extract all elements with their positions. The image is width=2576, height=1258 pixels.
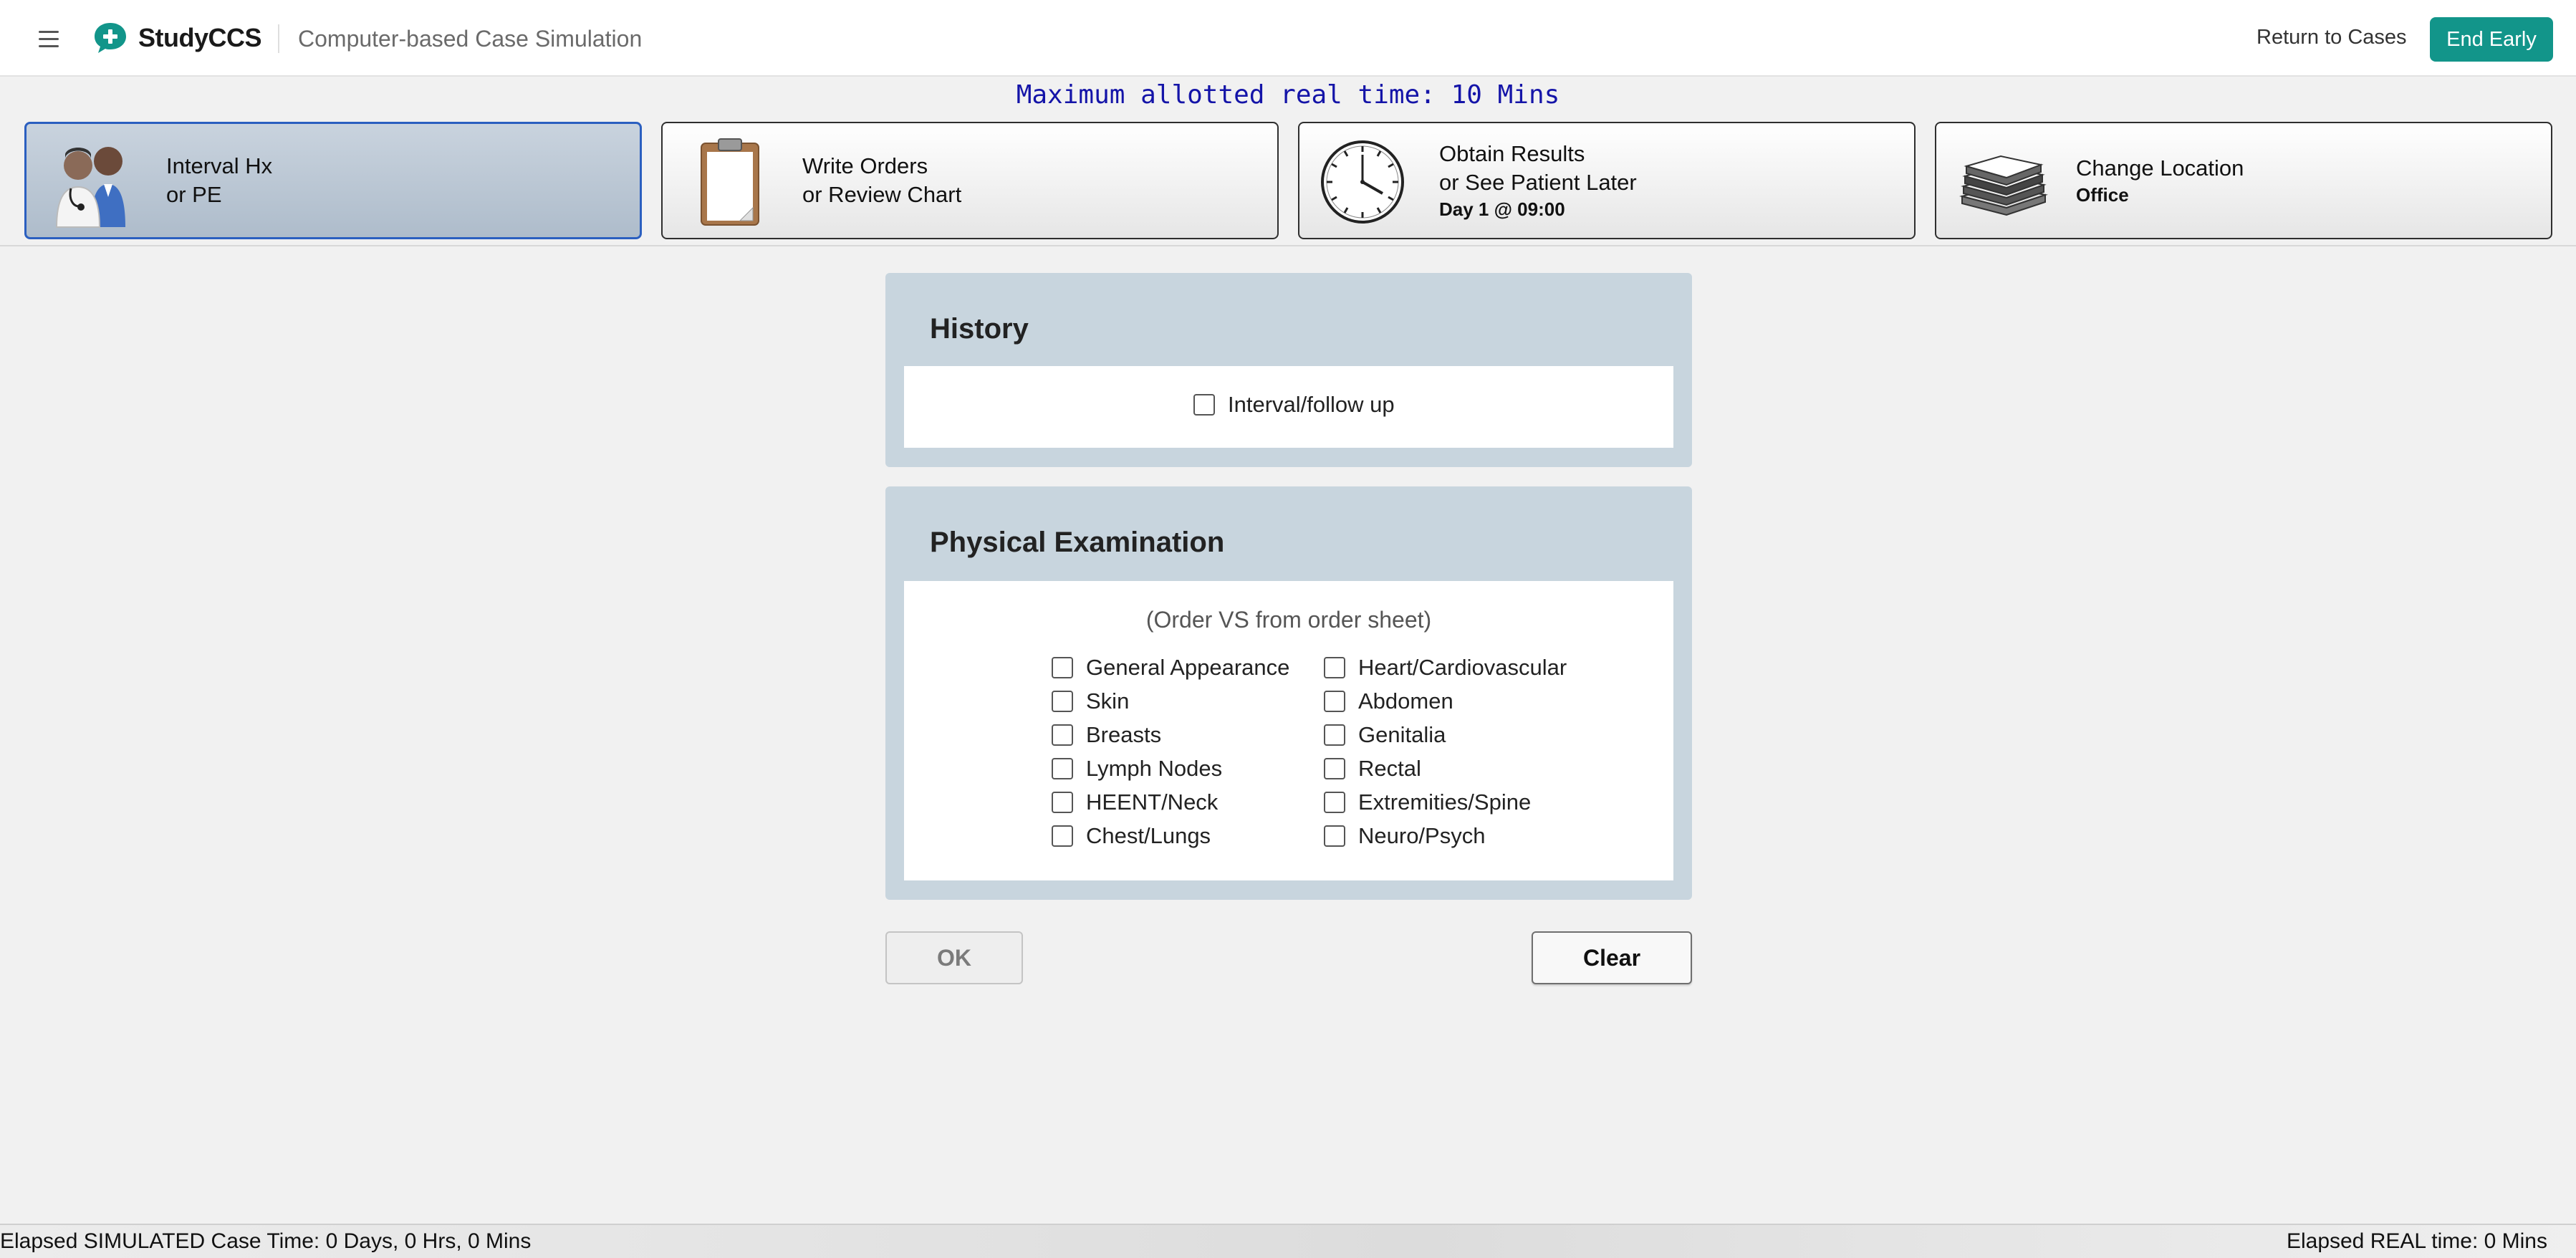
tile-interval-line1: Interval Hx	[166, 153, 273, 178]
exam-body: (Order VS from order sheet) General Appe…	[904, 581, 1673, 880]
checkbox-label: Extremities/Spine	[1358, 789, 1532, 815]
tile-orders-line1: Write Orders	[802, 153, 928, 178]
checkbox-heart-cardiovascular[interactable]: Heart/Cardiovascular	[1324, 655, 1567, 681]
tile-results-line1: Obtain Results	[1439, 141, 1585, 166]
checkbox-breasts[interactable]: Breasts	[1052, 722, 1161, 748]
checkbox-interval-follow-up[interactable]: Interval/follow up	[1193, 392, 1395, 418]
return-to-cases-link[interactable]: Return to Cases	[2257, 26, 2407, 49]
checkbox-extremities-spine[interactable]: Extremities/Spine	[1324, 789, 1531, 815]
ok-button[interactable]: OK	[885, 931, 1023, 984]
tile-results-line2: or See Patient Later	[1439, 170, 1637, 195]
history-title: History	[930, 313, 1029, 345]
app-subtitle: Computer-based Case Simulation	[298, 26, 643, 52]
checkbox-neuro-psych[interactable]: Neuro/Psych	[1324, 823, 1485, 849]
elapsed-real-time: Elapsed REAL time: 0 Mins	[2286, 1229, 2547, 1253]
checkbox-label: Lymph Nodes	[1086, 756, 1223, 781]
checkbox-label: Heart/Cardiovascular	[1358, 655, 1567, 680]
tiles-divider	[0, 245, 2576, 246]
building-icon	[1959, 155, 2048, 216]
max-time-banner: Maximum allotted real time: 10 Mins	[1016, 80, 1560, 110]
checkbox-rectal[interactable]: Rectal	[1324, 756, 1421, 782]
checkbox-skin[interactable]: Skin	[1052, 688, 1129, 714]
checkbox-box[interactable]	[1324, 825, 1345, 847]
exam-title: Physical Examination	[930, 527, 1225, 558]
checkbox-box[interactable]	[1052, 825, 1073, 847]
top-bar: StudyCCS Computer-based Case Simulation …	[0, 0, 2576, 77]
logo-icon	[95, 23, 126, 53]
checkbox-label: General Appearance	[1086, 655, 1290, 680]
checkbox-label: Neuro/Psych	[1358, 823, 1486, 848]
end-early-button[interactable]: End Early	[2430, 17, 2553, 62]
checkbox-box[interactable]	[1052, 758, 1073, 779]
tile-location-current: Office	[2076, 184, 2129, 206]
checkbox-heent-neck[interactable]: HEENT/Neck	[1052, 789, 1218, 815]
checkbox-chest-lungs[interactable]: Chest/Lungs	[1052, 823, 1211, 849]
tile-write-orders[interactable]: Write Orders or Review Chart	[661, 122, 1279, 239]
checkbox-label: Chest/Lungs	[1086, 823, 1211, 848]
tile-interval-line2: or PE	[166, 182, 222, 207]
checkbox-genitalia[interactable]: Genitalia	[1324, 722, 1446, 748]
tile-change-location[interactable]: Change Location Office	[1935, 122, 2552, 239]
checkbox-label: Interval/follow up	[1228, 392, 1395, 417]
checkbox-label: Breasts	[1086, 722, 1162, 747]
checkbox-label: Abdomen	[1358, 688, 1453, 714]
clipboard-icon	[701, 138, 759, 226]
checkbox-box[interactable]	[1052, 691, 1073, 712]
checkbox-label: Skin	[1086, 688, 1130, 714]
tile-location-line1: Change Location	[2076, 155, 2244, 181]
checkbox-lymph-nodes[interactable]: Lymph Nodes	[1052, 756, 1222, 782]
tile-interval-hx[interactable]: Interval Hx or PE	[24, 122, 642, 239]
exam-note: (Order VS from order sheet)	[1145, 607, 1432, 633]
history-panel: History Interval/follow up	[885, 273, 1692, 467]
checkbox-general-appearance[interactable]: General Appearance	[1052, 655, 1289, 681]
checkbox-box[interactable]	[1324, 792, 1345, 813]
brand-name: StudyCCS	[138, 23, 262, 52]
checkbox-label: HEENT/Neck	[1086, 789, 1219, 815]
checkbox-label: Rectal	[1358, 756, 1421, 781]
checkbox-box[interactable]	[1324, 691, 1345, 712]
checkbox-box[interactable]	[1324, 758, 1345, 779]
clock-icon	[1321, 140, 1404, 224]
elapsed-simulated-time: Elapsed SIMULATED Case Time: 0 Days, 0 H…	[0, 1229, 532, 1253]
exam-panel: Physical Examination (Order VS from orde…	[885, 486, 1692, 900]
tile-obtain-results[interactable]: Obtain Results or See Patient Later Day …	[1298, 122, 1916, 239]
checkbox-box[interactable]	[1052, 724, 1073, 746]
checkbox-box[interactable]	[1324, 724, 1345, 746]
header-divider	[278, 24, 279, 53]
history-body: Interval/follow up	[904, 366, 1673, 448]
checkbox-label: Genitalia	[1358, 722, 1446, 747]
tile-orders-line2: or Review Chart	[802, 182, 962, 207]
status-bar: Elapsed SIMULATED Case Time: 0 Days, 0 H…	[0, 1224, 2576, 1258]
checkbox-box[interactable]	[1052, 792, 1073, 813]
checkbox-box[interactable]	[1324, 657, 1345, 678]
doctor-icon	[55, 147, 125, 228]
clear-button[interactable]: Clear	[1532, 931, 1692, 984]
hamburger-menu-icon[interactable]	[39, 27, 62, 50]
tile-results-day: Day 1 @ 09:00	[1439, 198, 1565, 220]
checkbox-box[interactable]	[1052, 657, 1073, 678]
checkbox-box[interactable]	[1193, 394, 1215, 416]
checkbox-abdomen[interactable]: Abdomen	[1324, 688, 1453, 714]
